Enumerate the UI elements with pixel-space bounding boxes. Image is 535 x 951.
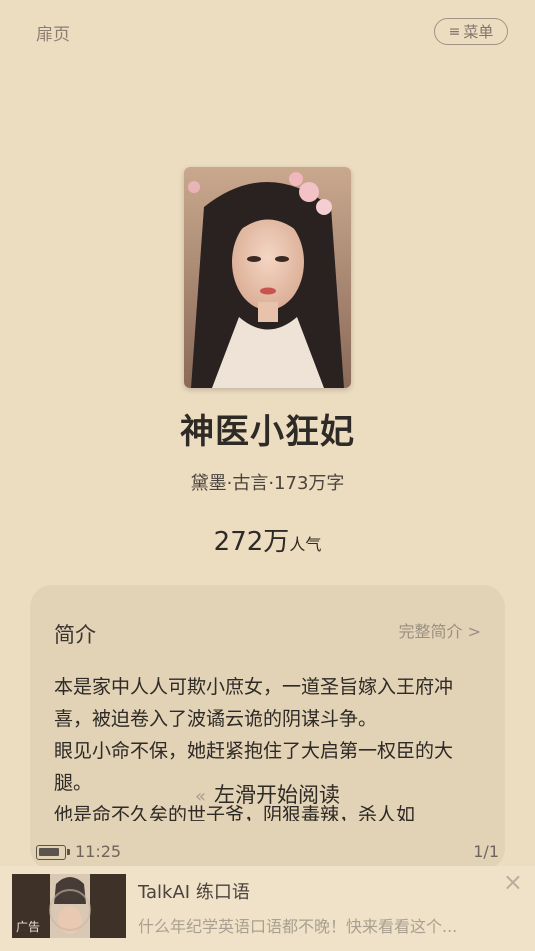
flyleaf-label: 扉页 [36, 25, 70, 45]
close-icon[interactable]: × [503, 870, 523, 894]
intro-heading: 简介 [54, 623, 96, 647]
full-intro-link[interactable]: 完整简介 > [399, 618, 482, 642]
book-title: 神医小狂妃 [180, 412, 355, 452]
ad-thumbnail[interactable]: 广告 [12, 874, 126, 938]
swipe-hint: « 左滑开始阅读 [30, 779, 505, 809]
page-count: 1/1 [473, 842, 499, 861]
intro-card: 简介 完整简介 > 本是家中人人可欺小庶女，一道圣旨嫁入王府冲喜，被迫卷入了波谲… [30, 585, 505, 870]
book-cover[interactable] [184, 167, 351, 388]
popularity-value: 272万 [213, 527, 290, 557]
menu-label: 菜单 [463, 23, 494, 41]
ad-badge: 广告 [16, 918, 40, 935]
ad-title[interactable]: TalkAI 练口语 [138, 878, 250, 904]
ad-description[interactable]: 什么年纪学英语口语都不晚！快来看看这个... [138, 913, 498, 937]
swipe-left-icon: « [194, 786, 206, 807]
menu-button[interactable]: ≡ 菜单 [434, 18, 508, 45]
ad-badge-label: 广告 [16, 920, 41, 934]
ad-banner[interactable]: 广告 TalkAI 练口语 什么年纪学英语口语都不晚！快来看看这个... × [0, 866, 535, 951]
menu-icon: ≡ [448, 23, 461, 40]
popularity-unit: 人气 [289, 535, 322, 554]
status-row: 11:25 1/1 [0, 840, 535, 864]
book-meta: 黛墨·古言·173万字 [190, 473, 345, 494]
popularity: 272万人气 [0, 521, 535, 558]
cover-illustration [184, 167, 351, 388]
top-bar: 扉页 ≡ 菜单 [0, 0, 535, 64]
swipe-hint-text: 左滑开始阅读 [214, 783, 340, 807]
battery-icon [36, 845, 70, 860]
clock: 11:25 [75, 842, 122, 861]
